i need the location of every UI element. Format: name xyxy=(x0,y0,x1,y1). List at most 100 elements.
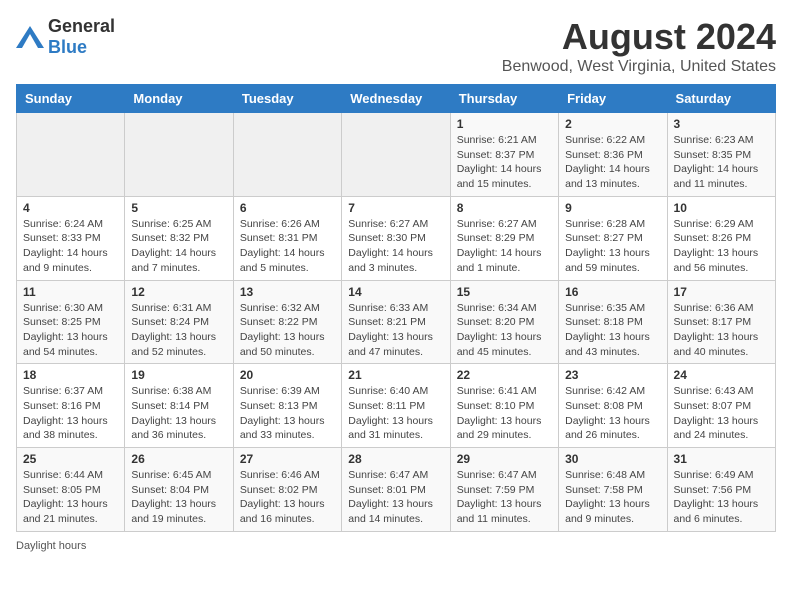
calendar-day-cell: 3 Sunrise: 6:23 AMSunset: 8:35 PMDaylight… xyxy=(667,113,775,197)
day-info: Sunrise: 6:47 AMSunset: 7:59 PMDaylight:… xyxy=(457,468,552,527)
calendar-day-cell: 11 Sunrise: 6:30 AMSunset: 8:25 PMDayligh… xyxy=(17,280,125,364)
calendar-day-cell: 1 Sunrise: 6:21 AMSunset: 8:37 PMDaylight… xyxy=(450,113,558,197)
calendar-day-cell: 2Sunrise: 6:22 AMSunset: 8:36 PMDaylight… xyxy=(559,113,667,197)
day-number: 25 xyxy=(23,452,118,466)
page-title: August 2024 xyxy=(502,16,776,58)
day-number: 11 xyxy=(23,285,118,299)
day-info: Sunrise: 6:23 AMSunset: 8:35 PMDaylight:… xyxy=(674,133,769,192)
day-number: 3 xyxy=(674,117,769,131)
calendar-day-cell: 21 Sunrise: 6:40 AMSunset: 8:11 PMDayligh… xyxy=(342,364,450,448)
day-number: 29 xyxy=(457,452,552,466)
calendar-week-row: 4Sunrise: 6:24 AMSunset: 8:33 PMDaylight… xyxy=(17,196,776,280)
calendar-body: 1 Sunrise: 6:21 AMSunset: 8:37 PMDaylight… xyxy=(17,113,776,532)
day-number: 13 xyxy=(240,285,335,299)
calendar-day-cell: 27Sunrise: 6:46 AMSunset: 8:02 PMDayligh… xyxy=(233,448,341,532)
calendar-week-row: 1 Sunrise: 6:21 AMSunset: 8:37 PMDaylight… xyxy=(17,113,776,197)
calendar-week-row: 18 Sunrise: 6:37 AMSunset: 8:16 PMDayligh… xyxy=(17,364,776,448)
day-info: Sunrise: 6:27 AMSunset: 8:29 PMDaylight:… xyxy=(457,217,552,276)
calendar-day-cell xyxy=(233,113,341,197)
day-info: Sunrise: 6:47 AMSunset: 8:01 PMDaylight:… xyxy=(348,468,443,527)
calendar-day-cell: 16Sunrise: 6:35 AMSunset: 8:18 PMDayligh… xyxy=(559,280,667,364)
logo-general: General xyxy=(48,16,115,36)
footer-text: Daylight hours xyxy=(16,540,86,552)
day-info: Sunrise: 6:29 AMSunset: 8:26 PMDaylight:… xyxy=(674,217,769,276)
weekday-header: Tuesday xyxy=(233,85,341,113)
day-number: 31 xyxy=(674,452,769,466)
day-info: Sunrise: 6:37 AMSunset: 8:16 PMDaylight:… xyxy=(23,384,118,443)
day-number: 20 xyxy=(240,368,335,382)
day-number: 15 xyxy=(457,285,552,299)
calendar-day-cell xyxy=(125,113,233,197)
weekday-header: Monday xyxy=(125,85,233,113)
calendar-week-row: 11 Sunrise: 6:30 AMSunset: 8:25 PMDayligh… xyxy=(17,280,776,364)
page-header: General Blue August 2024 Benwood, West V… xyxy=(16,16,776,76)
calendar-day-cell: 14 Sunrise: 6:33 AMSunset: 8:21 PMDayligh… xyxy=(342,280,450,364)
day-info: Sunrise: 6:43 AMSunset: 8:07 PMDaylight:… xyxy=(674,384,769,443)
weekday-header: Friday xyxy=(559,85,667,113)
day-number: 7 xyxy=(348,201,443,215)
day-number: 1 xyxy=(457,117,552,131)
day-info: Sunrise: 6:28 AMSunset: 8:27 PMDaylight:… xyxy=(565,217,660,276)
title-block: August 2024 Benwood, West Virginia, Unit… xyxy=(502,16,776,76)
day-number: 9 xyxy=(565,201,660,215)
logo: General Blue xyxy=(16,16,115,58)
page-subtitle: Benwood, West Virginia, United States xyxy=(502,58,776,76)
day-number: 14 xyxy=(348,285,443,299)
calendar-day-cell: 13 Sunrise: 6:32 AMSunset: 8:22 PMDayligh… xyxy=(233,280,341,364)
calendar-day-cell xyxy=(342,113,450,197)
day-number: 2 xyxy=(565,117,660,131)
day-info: Sunrise: 6:33 AMSunset: 8:21 PMDaylight:… xyxy=(348,301,443,360)
day-number: 28 xyxy=(348,452,443,466)
day-info: Sunrise: 6:48 AMSunset: 7:58 PMDaylight:… xyxy=(565,468,660,527)
day-info: Sunrise: 6:44 AMSunset: 8:05 PMDaylight:… xyxy=(23,468,118,527)
day-number: 30 xyxy=(565,452,660,466)
day-info: Sunrise: 6:21 AMSunset: 8:37 PMDaylight:… xyxy=(457,133,552,192)
calendar-week-row: 25 Sunrise: 6:44 AMSunset: 8:05 PMDayligh… xyxy=(17,448,776,532)
day-info: Sunrise: 6:45 AMSunset: 8:04 PMDaylight:… xyxy=(131,468,226,527)
calendar-day-cell: 17 Sunrise: 6:36 AMSunset: 8:17 PMDayligh… xyxy=(667,280,775,364)
calendar-day-cell: 7Sunrise: 6:27 AMSunset: 8:30 PMDaylight… xyxy=(342,196,450,280)
day-number: 6 xyxy=(240,201,335,215)
calendar-day-cell: 28 Sunrise: 6:47 AMSunset: 8:01 PMDayligh… xyxy=(342,448,450,532)
day-number: 21 xyxy=(348,368,443,382)
calendar-day-cell: 22Sunrise: 6:41 AMSunset: 8:10 PMDayligh… xyxy=(450,364,558,448)
calendar-day-cell: 15 Sunrise: 6:34 AMSunset: 8:20 PMDayligh… xyxy=(450,280,558,364)
calendar-day-cell: 12 Sunrise: 6:31 AMSunset: 8:24 PMDayligh… xyxy=(125,280,233,364)
calendar-day-cell: 25 Sunrise: 6:44 AMSunset: 8:05 PMDayligh… xyxy=(17,448,125,532)
calendar-day-cell: 9 Sunrise: 6:28 AMSunset: 8:27 PMDaylight… xyxy=(559,196,667,280)
day-number: 24 xyxy=(674,368,769,382)
calendar-day-cell: 20 Sunrise: 6:39 AMSunset: 8:13 PMDayligh… xyxy=(233,364,341,448)
day-number: 10 xyxy=(674,201,769,215)
day-info: Sunrise: 6:49 AMSunset: 7:56 PMDaylight:… xyxy=(674,468,769,527)
day-info: Sunrise: 6:24 AMSunset: 8:33 PMDaylight:… xyxy=(23,217,118,276)
day-number: 23 xyxy=(565,368,660,382)
day-info: Sunrise: 6:40 AMSunset: 8:11 PMDaylight:… xyxy=(348,384,443,443)
day-info: Sunrise: 6:34 AMSunset: 8:20 PMDaylight:… xyxy=(457,301,552,360)
day-info: Sunrise: 6:42 AMSunset: 8:08 PMDaylight:… xyxy=(565,384,660,443)
day-number: 18 xyxy=(23,368,118,382)
calendar-header: SundayMondayTuesdayWednesdayThursdayFrid… xyxy=(17,85,776,113)
calendar-day-cell: 31 Sunrise: 6:49 AMSunset: 7:56 PMDayligh… xyxy=(667,448,775,532)
day-info: Sunrise: 6:39 AMSunset: 8:13 PMDaylight:… xyxy=(240,384,335,443)
day-number: 27 xyxy=(240,452,335,466)
day-number: 5 xyxy=(131,201,226,215)
calendar-day-cell: 18 Sunrise: 6:37 AMSunset: 8:16 PMDayligh… xyxy=(17,364,125,448)
calendar-day-cell: 10 Sunrise: 6:29 AMSunset: 8:26 PMDayligh… xyxy=(667,196,775,280)
calendar-day-cell: 29 Sunrise: 6:47 AMSunset: 7:59 PMDayligh… xyxy=(450,448,558,532)
day-info: Sunrise: 6:36 AMSunset: 8:17 PMDaylight:… xyxy=(674,301,769,360)
day-info: Sunrise: 6:31 AMSunset: 8:24 PMDaylight:… xyxy=(131,301,226,360)
day-info: Sunrise: 6:26 AMSunset: 8:31 PMDaylight:… xyxy=(240,217,335,276)
weekday-header: Saturday xyxy=(667,85,775,113)
calendar-day-cell: 19Sunrise: 6:38 AMSunset: 8:14 PMDayligh… xyxy=(125,364,233,448)
day-number: 17 xyxy=(674,285,769,299)
day-number: 12 xyxy=(131,285,226,299)
weekday-header: Sunday xyxy=(17,85,125,113)
calendar-day-cell xyxy=(17,113,125,197)
calendar-day-cell: 5Sunrise: 6:25 AMSunset: 8:32 PMDaylight… xyxy=(125,196,233,280)
calendar-day-cell: 4Sunrise: 6:24 AMSunset: 8:33 PMDaylight… xyxy=(17,196,125,280)
day-number: 26 xyxy=(131,452,226,466)
calendar-day-cell: 8Sunrise: 6:27 AMSunset: 8:29 PMDaylight… xyxy=(450,196,558,280)
day-info: Sunrise: 6:32 AMSunset: 8:22 PMDaylight:… xyxy=(240,301,335,360)
weekday-header: Wednesday xyxy=(342,85,450,113)
day-info: Sunrise: 6:30 AMSunset: 8:25 PMDaylight:… xyxy=(23,301,118,360)
